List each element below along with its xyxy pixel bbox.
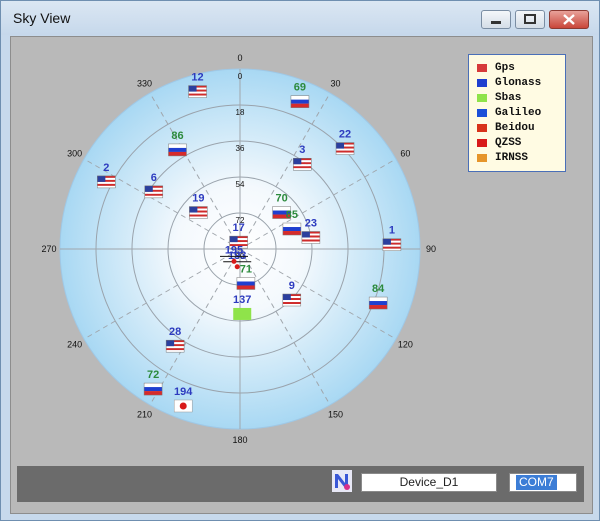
legend-label: QZSS	[495, 137, 522, 149]
constellation-legend: Gps Glonass Sbas Galileo Beidou QZSS IRNSS	[468, 54, 566, 172]
satellite-label: 84	[372, 283, 385, 295]
satellite-label: 23	[305, 217, 317, 229]
satellite-label: 6	[151, 172, 157, 184]
azimuth-label: 210	[137, 409, 152, 419]
russia-flag-icon	[282, 222, 302, 236]
satellite-label: 69	[294, 82, 306, 94]
us-flag-icon	[189, 206, 208, 219]
com-port-field[interactable]: COM7	[509, 473, 577, 492]
azimuth-label: 60	[400, 149, 410, 159]
elevation-label: 0	[238, 72, 243, 81]
satellite-label: 9	[289, 280, 295, 292]
legend-label: Galileo	[495, 107, 542, 119]
maximize-button[interactable]	[515, 10, 545, 29]
legend-label: Glonass	[495, 77, 542, 89]
title-bar[interactable]: Sky View	[1, 1, 599, 35]
close-icon	[563, 14, 575, 25]
window-title: Sky View	[13, 10, 71, 26]
satellite-label: 137	[233, 294, 251, 306]
minimize-icon	[491, 21, 501, 24]
satellite-label: 17	[232, 222, 244, 234]
legend-swatch-icon	[477, 94, 487, 102]
satellite-label: 19	[192, 193, 204, 205]
satellite-label: 12	[191, 72, 203, 84]
app-logo-icon	[332, 470, 352, 492]
status-bar: Device_D1 COM7	[17, 466, 584, 502]
azimuth-label: 180	[232, 435, 247, 445]
us-flag-icon	[335, 142, 355, 155]
azimuth-label: 330	[137, 79, 152, 89]
minimize-button[interactable]	[481, 10, 511, 29]
russia-flag-icon	[236, 277, 256, 290]
elevation-label: 54	[236, 180, 245, 189]
azimuth-label: 30	[330, 79, 340, 89]
us-flag-icon	[382, 238, 402, 251]
sbas-marker-icon	[233, 307, 252, 320]
satellite-label: 71	[240, 263, 252, 275]
satellite-label: 85	[286, 209, 298, 221]
azimuth-label: 120	[398, 340, 413, 350]
satellite-label: 194	[174, 386, 193, 398]
sky-view-panel: 0 30 60 90 120 150 180 210 240 270 300 330 0 18 36 54 72…	[10, 36, 593, 514]
japan-flag-icon	[173, 399, 193, 413]
russia-flag-icon	[368, 296, 388, 310]
azimuth-label: 150	[328, 409, 343, 419]
legend-swatch-icon	[477, 79, 487, 87]
legend-swatch-icon	[477, 109, 487, 117]
satellite-label: 72	[147, 369, 159, 381]
us-flag-icon	[144, 185, 164, 199]
satellite-label: 2	[103, 162, 109, 174]
elevation-label: 36	[236, 144, 245, 153]
legend-label: Gps	[495, 62, 515, 74]
legend-swatch-icon	[477, 139, 487, 147]
legend-label: Beidou	[495, 122, 535, 134]
azimuth-label: 0	[237, 53, 242, 63]
russia-flag-icon	[168, 143, 187, 157]
us-flag-icon	[293, 157, 312, 171]
satellite-label: 195	[225, 244, 243, 256]
satellite-label: 86	[171, 130, 183, 142]
satellite-label: 70	[275, 193, 287, 205]
legend-label: IRNSS	[495, 152, 529, 164]
legend-label: Sbas	[495, 92, 522, 104]
maximize-icon	[524, 14, 536, 24]
com-port-value: COM7	[516, 475, 557, 490]
us-flag-icon	[301, 231, 321, 244]
legend-swatch-icon	[477, 64, 487, 72]
us-flag-icon	[97, 175, 116, 189]
azimuth-label: 270	[41, 244, 56, 254]
legend-swatch-icon	[477, 124, 487, 132]
satellite-label: 1	[389, 225, 395, 237]
satellite-label: 3	[299, 144, 305, 156]
russia-flag-icon	[290, 95, 310, 108]
legend-swatch-icon	[477, 154, 487, 162]
sky-plot[interactable]: 0306090120150180210240270300330018365472…	[11, 37, 471, 457]
us-flag-icon	[188, 85, 207, 98]
device-name-field[interactable]: Device_D1	[361, 473, 497, 492]
qzss-dot-icon	[231, 258, 237, 264]
azimuth-label: 300	[67, 149, 82, 159]
close-button[interactable]	[549, 10, 589, 29]
satellite-label: 28	[169, 326, 181, 338]
azimuth-label: 240	[67, 340, 82, 350]
qzss-dot-icon	[234, 264, 240, 270]
sky-view-window: Sky View 0 30 60 90 120 150 180 210 240 270 300 330…	[0, 0, 600, 521]
russia-flag-icon	[143, 382, 163, 396]
us-flag-icon	[282, 293, 302, 307]
azimuth-label: 90	[426, 244, 436, 254]
elevation-label: 18	[236, 108, 245, 117]
satellite-label: 22	[339, 129, 351, 141]
us-flag-icon	[165, 339, 185, 353]
